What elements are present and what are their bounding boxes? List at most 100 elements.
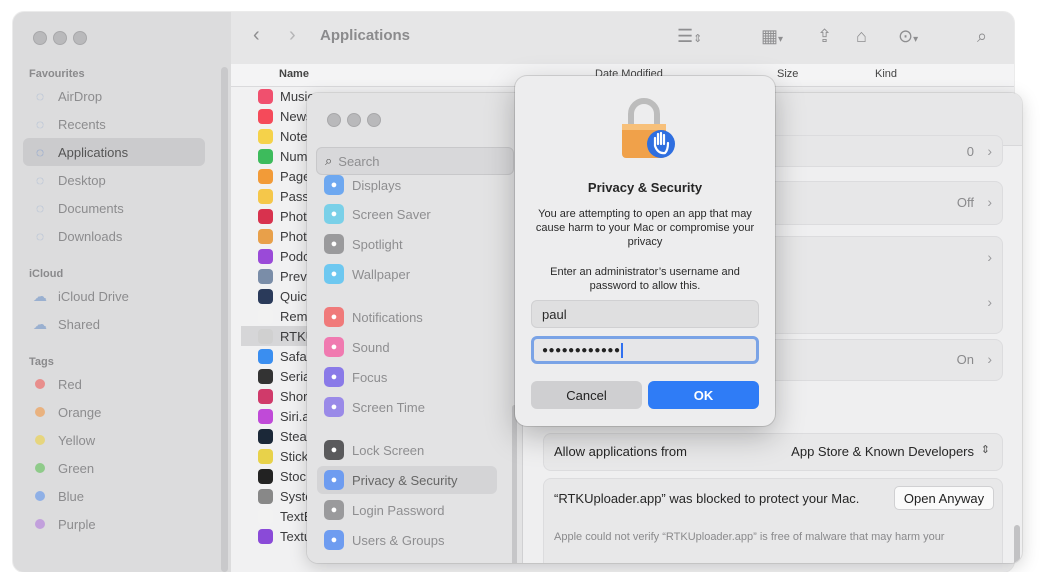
tag-icon[interactable]: ⌂ [856, 26, 867, 47]
password-field[interactable]: ●●●●●●●●●●●● [531, 336, 759, 364]
column-kind[interactable]: Kind [875, 68, 897, 80]
dialog-title: Privacy & Security [587, 180, 703, 195]
settings-item-notifications[interactable]: ● Notifications [317, 303, 497, 331]
ok-button[interactable]: OK [648, 381, 759, 409]
app-icon [258, 128, 273, 144]
lock-hand-icon [622, 98, 675, 158]
search-placeholder: Search [338, 153, 380, 169]
zoom-window-button[interactable] [73, 31, 87, 45]
settings-item-label: Displays [352, 177, 402, 193]
sound-icon: ● [324, 337, 344, 357]
settings-item-users-groups[interactable]: ● Users & Groups [317, 526, 497, 554]
updown-chevron-icon: ⇕ [980, 444, 990, 456]
close-window-button[interactable] [33, 31, 47, 45]
minimize-window-button[interactable] [53, 31, 67, 45]
forward-chevron-icon[interactable]: › [289, 24, 296, 47]
settings-item-spotlight[interactable]: ● Spotlight [317, 230, 497, 258]
sidebar-item-label: Recents [58, 116, 106, 132]
sidebar-item-icloud-drive[interactable]: ☁ iCloud Drive [23, 282, 205, 310]
sidebar-tag-purple[interactable]: Purple [23, 510, 205, 538]
settings-item-wallpaper[interactable]: ● Wallpaper [317, 260, 497, 288]
settings-scrollbar[interactable] [1014, 525, 1020, 563]
row-5-value: On [956, 352, 974, 367]
chevron-right-icon: › [987, 143, 992, 159]
more-actions-icon[interactable]: ⊙▾ [898, 26, 918, 47]
column-size[interactable]: Size [777, 68, 798, 80]
app-icon [258, 208, 273, 224]
settings-item-label: Screen Time [352, 399, 425, 415]
app-icon [258, 248, 273, 264]
sidebar-item-downloads[interactable]: ◌ Downloads [23, 222, 205, 250]
column-name[interactable]: Name [279, 68, 309, 80]
back-chevron-icon[interactable]: ‹ [253, 24, 260, 47]
app-icon [258, 448, 273, 464]
settings-item-lock-screen[interactable]: ● Lock Screen [317, 436, 497, 464]
chevron-right-icon: › [987, 249, 992, 265]
sidebar-scrollbar[interactable] [221, 67, 228, 572]
settings-item-label: Sound [352, 339, 390, 355]
settings-item-sound[interactable]: ● Sound [317, 333, 497, 361]
open-anyway-button[interactable]: Open Anyway [894, 486, 994, 510]
file-name: Seria [280, 368, 311, 384]
app-icon [258, 428, 273, 444]
app-icon [258, 228, 273, 244]
finder-sidebar: Favourites ◌ AirDrop ◌ Recents ◌ Applications… [13, 12, 231, 572]
settings-item-screen-saver[interactable]: ● Screen Saver [317, 200, 497, 228]
allow-applications-select[interactable]: App Store & Known Developers [791, 444, 974, 459]
app-icon [258, 168, 273, 184]
file-name: Stea [280, 428, 307, 444]
app-icon [258, 528, 273, 544]
cancel-button[interactable]: Cancel [531, 381, 642, 409]
app-icon [258, 468, 273, 484]
dialog-instruction: Enter an administrator’s username and pa… [550, 266, 740, 292]
spotlight-icon: ● [324, 234, 344, 254]
sidebar-item-applications[interactable]: ◌ Applications [23, 138, 205, 166]
file-name: Page [280, 168, 311, 184]
sidebar-item-label: Red [58, 376, 82, 392]
sidebar-item-label: iCloud Drive [58, 288, 129, 304]
sidebar-tag-green[interactable]: Green [23, 454, 205, 482]
sidebar-item-shared[interactable]: ☁ Shared [23, 310, 205, 338]
settings-item-label: Users & Groups [352, 532, 445, 548]
sidebar-item-airdrop[interactable]: ◌ AirDrop [23, 82, 205, 110]
tag-dot-icon [35, 407, 45, 417]
screen-saver-icon: ● [324, 204, 344, 224]
settings-item-privacy-security[interactable]: ● Privacy & Security [317, 466, 497, 494]
group-icon[interactable]: ▦▾ [761, 26, 783, 47]
wallpaper-icon: ● [324, 264, 344, 284]
sidebar-tag-orange[interactable]: Orange [23, 398, 205, 426]
settings-item-displays[interactable]: ● Displays [317, 171, 497, 199]
settings-item-label: Screen Saver [352, 206, 431, 222]
sidebar-item-label: AirDrop [58, 88, 103, 104]
settings-zoom-button[interactable] [367, 113, 381, 127]
settings-item-screen-time[interactable]: ● Screen Time [317, 393, 497, 421]
sidebar-tag-blue[interactable]: Blue [23, 482, 205, 510]
sidebar-tag-yellow[interactable]: Yellow [23, 426, 205, 454]
search-icon[interactable]: ⌕ [977, 26, 987, 47]
text-cursor [621, 342, 623, 358]
verification-footer: Apple could not verify “RTKUploader.app”… [554, 531, 945, 543]
sidebar-item-label: Desktop [58, 172, 106, 188]
settings-item-focus[interactable]: ● Focus [317, 363, 497, 391]
settings-close-button[interactable] [327, 113, 341, 127]
settings-item-login-password[interactable]: ● Login Password [317, 496, 497, 524]
settings-item-label: Notifications [352, 309, 423, 325]
sidebar-item-desktop[interactable]: ◌ Desktop [23, 166, 205, 194]
sidebar-item-documents[interactable]: ◌ Documents [23, 194, 205, 222]
list-view-icon[interactable]: ☰⇕ [677, 26, 702, 47]
file-name: Stoc [280, 468, 307, 484]
sidebar-tag-red[interactable]: Red [23, 370, 205, 398]
username-field[interactable]: paul [531, 300, 759, 328]
settings-sidebar-scrollbar[interactable] [512, 405, 517, 563]
blocked-app-card: “RTKUploader.app” was blocked to protect… [543, 478, 1003, 563]
settings-minimize-button[interactable] [347, 113, 361, 127]
settings-item-label: Login Password [352, 502, 445, 518]
sidebar-item-recents[interactable]: ◌ Recents [23, 110, 205, 138]
app-icon [258, 148, 273, 164]
users-groups-icon: ● [324, 530, 344, 550]
sidebar-item-label: Purple [58, 516, 96, 532]
blocked-app-message: “RTKUploader.app” was blocked to protect… [554, 491, 860, 506]
app-icon [258, 348, 273, 364]
download-icon: ◌ [35, 228, 45, 244]
share-icon[interactable]: ⇪ [817, 26, 832, 47]
